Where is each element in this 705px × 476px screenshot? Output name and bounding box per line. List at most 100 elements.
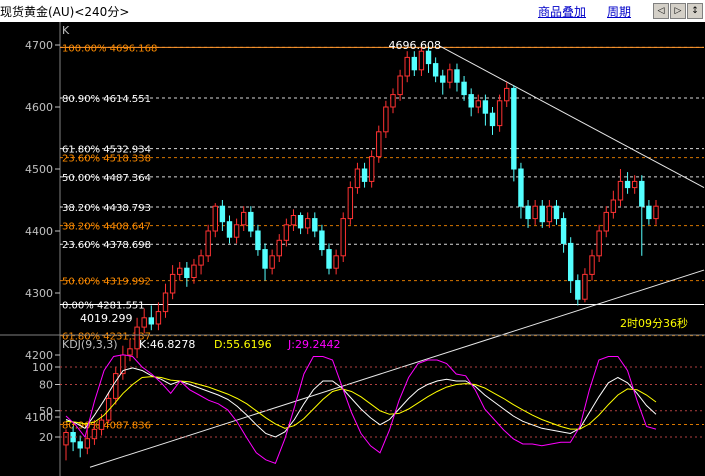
kdj-tick-label: 100: [32, 361, 53, 374]
candlestick-series: [63, 46, 659, 461]
candle-down: [454, 69, 460, 83]
candle-up: [475, 100, 481, 108]
fib-level-label: 50.00% 4487.364: [62, 173, 151, 184]
candle-up: [127, 348, 133, 356]
candle-down: [639, 180, 645, 207]
candle-up: [283, 224, 290, 241]
fib-level-label: 80.90% 4614.551: [62, 94, 151, 105]
main-panel-label: K: [62, 24, 70, 37]
candle-down: [411, 56, 418, 71]
candle-down: [297, 215, 304, 229]
fib-level-label: 100.00% 4696.168: [62, 43, 157, 54]
fib-level-label: 50.00% 4319.992: [62, 277, 151, 288]
price-tick-label: 4400: [25, 225, 53, 238]
candle-down: [518, 168, 524, 207]
candle-up: [269, 255, 275, 269]
candle-up: [610, 199, 617, 213]
candle-up: [418, 50, 425, 71]
candle-down: [255, 230, 261, 251]
fib-level-label: 0.00% 4281.551: [62, 300, 145, 311]
overlay-commodity-link[interactable]: 商品叠加: [538, 3, 586, 20]
candle-up: [162, 292, 169, 313]
candle-up: [532, 205, 538, 220]
candle-up: [383, 106, 389, 133]
candle-down: [553, 205, 560, 220]
candle-up: [631, 180, 638, 189]
candle-up: [546, 205, 553, 223]
candle-up: [504, 87, 510, 102]
candle-down: [489, 112, 496, 127]
candle-down: [539, 205, 545, 223]
fib-level-label: 23.60% 4378.698: [62, 240, 151, 251]
candle-up: [596, 230, 602, 257]
candle-down: [262, 249, 268, 269]
kdj-k-value: K:46.8278: [139, 338, 195, 351]
candle-down: [219, 205, 226, 223]
fib-level-label: 23.60% 4518.338: [62, 154, 151, 165]
candle-down: [440, 75, 446, 83]
candle-up: [113, 373, 119, 399]
candle-up: [177, 267, 183, 275]
candle-up: [404, 56, 410, 77]
candle-down: [646, 205, 652, 220]
scroll-right-button[interactable]: ▷: [670, 3, 686, 19]
kdj-j-value: J:29.2442: [287, 338, 340, 351]
low-price-label: 4019.299: [80, 312, 133, 325]
candle-up: [84, 438, 91, 449]
candle-up: [582, 273, 588, 300]
candle-up: [198, 255, 204, 266]
chart-area[interactable]: 100.00% 4696.16880.90% 4614.55161.80% 45…: [0, 22, 705, 476]
price-tick-label: 4600: [25, 101, 53, 114]
candle-up: [98, 419, 105, 430]
candle-down: [432, 63, 439, 77]
candle-down: [184, 267, 190, 278]
candle-up: [368, 156, 375, 182]
resistance-trendline: [439, 45, 705, 189]
candle-down: [575, 280, 581, 300]
candle-up: [63, 432, 69, 446]
candle-up: [105, 397, 112, 421]
fib-level-label: 38.20% 4408.647: [62, 222, 151, 233]
candle-up: [191, 264, 197, 279]
zoom-button[interactable]: ↕: [687, 3, 703, 19]
candle-up: [233, 224, 240, 238]
candle-down: [319, 230, 325, 251]
candle-down: [312, 218, 318, 232]
kdj-axis: 20 50 80 100: [32, 361, 60, 444]
candle-down: [248, 211, 254, 232]
candle-down: [567, 242, 574, 282]
kdj-line-k: [65, 367, 657, 438]
candle-up: [169, 273, 176, 294]
window-title: 现货黄金(AU)<240分>: [0, 5, 130, 19]
candle-down: [511, 87, 517, 170]
candle-down: [468, 94, 474, 108]
kdj-tick-label: 50: [39, 405, 53, 418]
candle-down: [624, 180, 631, 189]
period-link[interactable]: 周期: [607, 3, 631, 20]
candle-up: [653, 205, 659, 220]
candle-up: [354, 168, 361, 189]
candle-up: [241, 211, 247, 226]
scroll-left-button[interactable]: ◁: [653, 3, 669, 19]
kdj-d-value: D:55.6196: [214, 338, 272, 351]
price-tick-label: 4500: [25, 163, 53, 176]
kdj-label: KDJ(9,3,3): [62, 338, 118, 351]
candle-down: [525, 205, 531, 220]
candle-up: [141, 317, 147, 328]
candle-up: [333, 255, 339, 269]
candle-up: [496, 100, 503, 127]
candle-down: [425, 50, 432, 65]
peak-price-label: 4696.608: [389, 39, 442, 52]
candle-up: [347, 187, 354, 220]
countdown-timer: 2时09分36秒: [620, 316, 688, 330]
price-tick-label: 4700: [25, 39, 53, 52]
title-bar: 现货黄金(AU)<240分> 商品叠加 周期 ◁ ▷ ↕: [0, 0, 705, 22]
candle-up: [589, 255, 595, 275]
candle-up: [276, 239, 282, 257]
candle-down: [560, 218, 567, 244]
candle-up: [304, 218, 311, 229]
candle-up: [340, 218, 346, 257]
price-tick-label: 4300: [25, 287, 53, 300]
kdj-tick-label: 20: [39, 431, 53, 444]
candle-up: [155, 311, 162, 325]
